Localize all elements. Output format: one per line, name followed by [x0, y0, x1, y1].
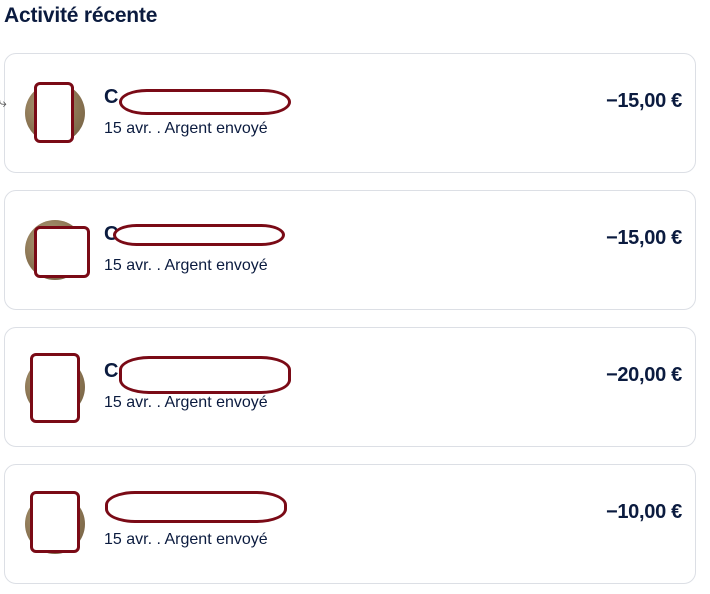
transaction-separator: .	[156, 531, 161, 548]
transaction-card[interactable]: ⤷ C 15 avr. . Argent envoyé −15,00 €	[0, 53, 696, 173]
transaction-subtitle: 15 avr. . Argent envoyé	[104, 257, 268, 275]
transaction-card[interactable]: C 15 avr. . Argent envoyé −15,00 €	[4, 190, 696, 310]
transaction-date: 15 avr.	[104, 257, 153, 274]
transaction-subtitle: 15 avr. . Argent envoyé	[104, 531, 268, 549]
transaction-amount: −15,00 €	[605, 90, 682, 112]
transaction-amount: −20,00 €	[605, 364, 682, 386]
transaction-amount: −15,00 €	[605, 227, 682, 249]
transaction-type: Argent envoyé	[164, 394, 268, 411]
contact-name: C	[104, 86, 119, 108]
transaction-date: 15 avr.	[104, 531, 153, 548]
redaction-box	[34, 82, 74, 143]
transaction-separator: .	[156, 120, 161, 137]
transaction-date: 15 avr.	[104, 394, 153, 411]
cursor-icon: ⤷	[0, 94, 7, 110]
redaction-box	[30, 491, 80, 553]
contact-name: C	[104, 360, 119, 382]
transaction-card[interactable]: 15 avr. . Argent envoyé −10,00 €	[4, 464, 696, 584]
transaction-card[interactable]: C 15 avr. . Argent envoyé −20,00 €	[4, 327, 696, 447]
redaction-oval	[119, 89, 291, 115]
redaction-oval	[113, 224, 285, 246]
transaction-subtitle: 15 avr. . Argent envoyé	[104, 394, 268, 412]
transaction-subtitle: 15 avr. . Argent envoyé	[104, 120, 268, 138]
redaction-oval	[105, 491, 287, 523]
transaction-separator: .	[156, 257, 161, 274]
section-title: Activité récente	[4, 4, 158, 27]
transaction-date: 15 avr.	[104, 120, 153, 137]
transaction-separator: .	[156, 394, 161, 411]
transaction-type: Argent envoyé	[164, 257, 268, 274]
redaction-box	[34, 226, 90, 278]
recent-activity-page: Activité récente ⤷ C 15 avr. . Argent en…	[0, 0, 710, 594]
redaction-oval	[119, 356, 291, 394]
transaction-type: Argent envoyé	[164, 531, 268, 548]
redaction-box	[30, 353, 80, 423]
transaction-type: Argent envoyé	[164, 120, 268, 137]
transaction-amount: −10,00 €	[605, 501, 682, 523]
